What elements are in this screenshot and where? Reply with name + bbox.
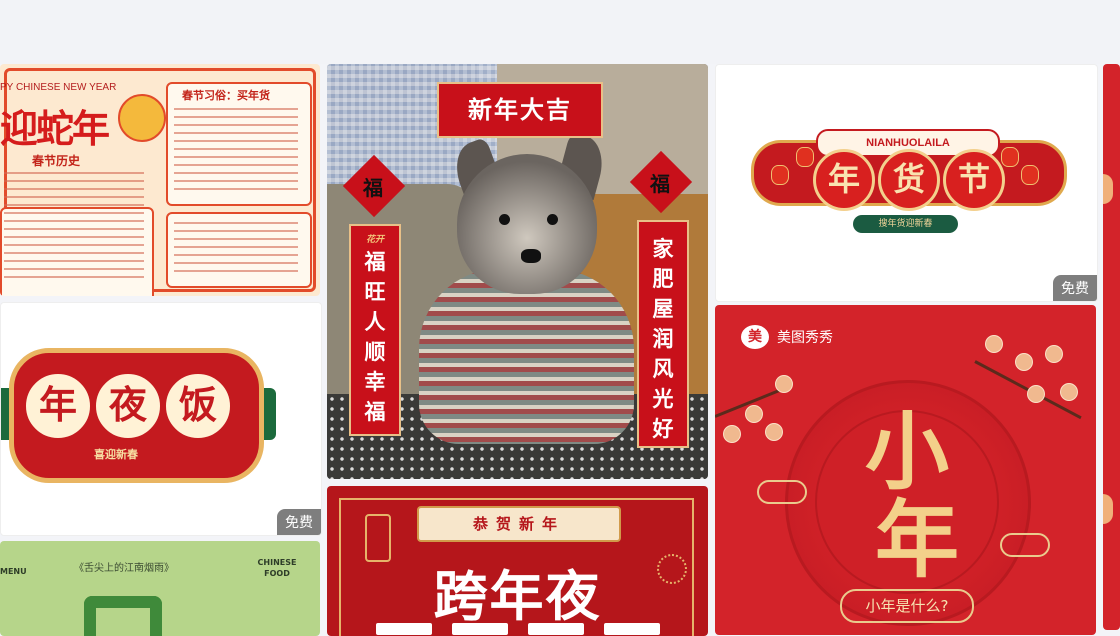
nianyefan-char: 年 [23,371,93,441]
plum-blossom-icon [985,335,1003,353]
snake-mascot-icon [118,94,166,142]
meitu-brand: 美图秀秀 [777,330,833,346]
jiangnan-chinese-food-text: CHINESE FOOD [257,558,297,578]
couplet-right: 家 肥 屋 润 风 光 好 [637,220,689,448]
couplet-left-small: 花开 [365,235,384,245]
template-card-nianhuojie[interactable]: NIANHUOLAILA 年 货 节 搜年货迎新春 免费 [715,64,1098,302]
jiangnan-menu-text: MENU [0,567,27,576]
dog-nose [521,249,541,263]
couplet-left: 花开 福 旺 人 顺 幸 福 [349,224,401,436]
kuanianye-title-line2 [327,620,708,635]
jiangnan-top-text: 《舌尖上的江南烟雨》 [74,563,174,574]
plum-blossom-icon [1027,385,1045,403]
nianhuojie-subtitle: 搜年货迎新春 [853,215,958,233]
nianhuojie-char: 年 [813,149,875,211]
template-card-partial[interactable] [1103,64,1120,630]
template-card-xiaonian[interactable]: 美 美图秀秀 小 年 小年是什么? [715,305,1096,635]
partial-card-decoration [1103,494,1113,524]
cloud-icon [1000,533,1050,557]
couplet-left-char: 幸 [364,369,386,394]
nianyefan-char: 夜 [93,371,163,441]
nianyefan-char: 饭 [163,371,233,441]
dog-eye-left [499,214,510,225]
fu-left: 福 [363,176,383,200]
poster-big-title: 迎蛇年 [0,106,110,151]
poster-english-title: PY CHINESE NEW YEAR [0,82,117,93]
template-card-jiangnan-menu[interactable]: 《舌尖上的江南烟雨》 MENU CHINESE FOOD [0,541,320,636]
plum-blossom-icon [775,375,793,393]
couplet-right-char: 润 [652,326,674,351]
plum-blossom-icon [1045,345,1063,363]
cloud-icon [757,480,807,504]
jiangnan-calligraphy [84,596,162,636]
lantern-icon [771,165,789,185]
dog-eye-right [547,214,558,225]
kuanianye-scroll: 恭贺新年 [417,506,621,542]
plum-blossom-icon [1060,383,1078,401]
poster-customs-text [174,108,298,196]
dog-sweater [419,269,634,444]
meitu-logo-icon: 美 [741,325,769,349]
couplet-left-char: 顺 [364,339,386,364]
nianyefan-subtitle: 喜迎新春 [94,448,138,461]
template-card-nianyefan[interactable]: 年 夜 饭 喜迎新春 免费 [0,302,322,536]
template-card-spring-festival-poster[interactable]: PY CHINESE NEW YEAR 迎蛇年 春节历史 春节习俗：买年货 [0,64,320,296]
couplet-right-char: 肥 [652,266,674,291]
fu-right: 福 [650,172,670,196]
partial-card-decoration [1103,174,1113,204]
lantern-icon [1021,165,1039,185]
plum-blossom-icon [745,405,763,423]
dog-banner-top: 新年大吉 [437,82,603,138]
free-badge: 免费 [1053,275,1097,301]
xiaonian-pill: 小年是什么? [840,589,974,623]
free-badge: 免费 [277,509,321,535]
couplet-left-char: 人 [364,309,386,334]
template-card-dog-photo[interactable]: 新年大吉 福 福 花开 福 旺 人 顺 幸 福 家 肥 屋 润 风 光 好 [327,64,708,479]
couplet-right-char: 好 [652,416,674,441]
couplet-left-char: 福 [364,399,386,424]
couplet-right-char: 光 [652,386,674,411]
poster-customs-text-2 [174,222,298,278]
couplet-left-char: 福 [364,249,386,274]
poster-history-heading: 春节历史 [32,154,81,168]
nianhuojie-char: 节 [943,149,1005,211]
dog-head [457,154,597,294]
poster-history-text [4,172,144,284]
nianhuojie-char: 货 [878,149,940,211]
plum-blossom-icon [765,423,783,441]
template-card-kuanianye[interactable]: 恭贺新年 跨年夜 [327,486,708,636]
xiaonian-title-2: 年 [875,490,960,589]
couplet-left-char: 旺 [364,279,386,304]
couplet-right-char: 风 [652,356,674,381]
top-bar [0,0,1120,64]
lantern-icon [796,147,814,167]
lantern-icon [1001,147,1019,167]
plum-blossom-icon [723,425,741,443]
couplet-right-char: 家 [652,236,674,261]
plum-blossom-icon [1015,353,1033,371]
poster-customs-heading: 春节习俗：买年货 [182,89,270,102]
couplet-right-char: 屋 [652,296,674,321]
